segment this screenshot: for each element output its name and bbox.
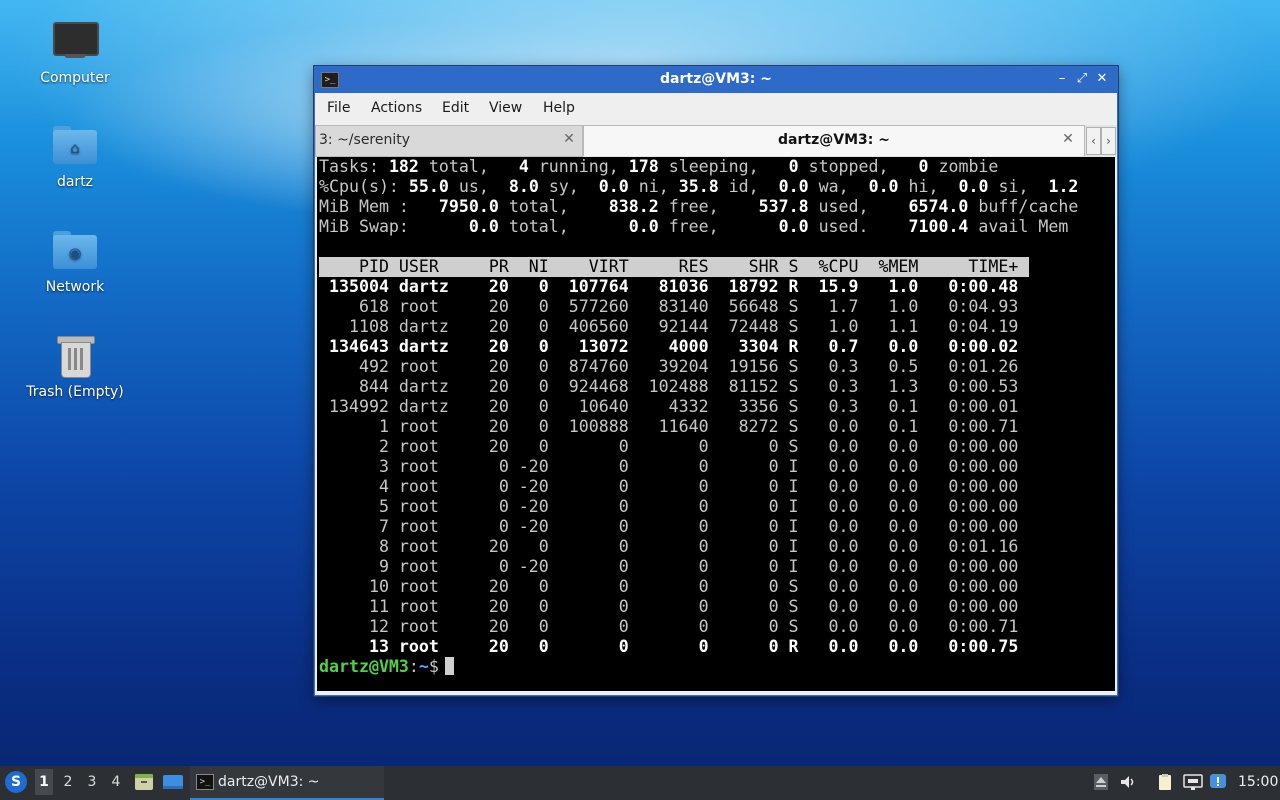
process-row: 134643 dartz 20 0 13072 4000 3304 R 0.7 … xyxy=(319,337,1019,356)
trash-icon xyxy=(51,332,99,380)
process-row: 5 root 0 -20 0 0 0 I 0.0 0.0 0:00.00 xyxy=(319,497,1019,516)
menu-file[interactable]: File xyxy=(327,100,350,116)
clock: 15:00 xyxy=(1238,774,1279,790)
menu-help[interactable]: Help xyxy=(543,100,575,116)
terminal-app-icon: >_ xyxy=(196,774,214,790)
close-icon[interactable]: ✕ xyxy=(1093,70,1111,88)
workspace-1[interactable]: 1 xyxy=(35,769,53,795)
process-row: 4 root 0 -20 0 0 0 I 0.0 0.0 0:00.00 xyxy=(319,477,1019,496)
swap-summary: MiB Swap: 0.0 total, 0.0 free, 0.0 used.… xyxy=(319,217,1069,236)
tab-bar: 3: ~/serenity ✕ dartz@VM3: ~ ✕ ‹ › xyxy=(315,125,1117,157)
tasks-summary: Tasks: 182 total, 4 running, 178 sleepin… xyxy=(319,157,999,176)
show-desktop-icon[interactable] xyxy=(162,773,183,791)
shell-prompt[interactable]: dartz@VM3:~$ xyxy=(319,657,454,677)
tab-label: 3: ~/serenity xyxy=(319,132,411,148)
home-folder-icon: ⌂ xyxy=(51,122,99,170)
process-row: 11 root 20 0 0 0 0 S 0.0 0.0 0:00.00 xyxy=(319,597,1019,616)
window-titlebar[interactable]: >_ dartz@VM3: ~ – ⤢ ✕ xyxy=(315,67,1117,93)
desktop-icon-computer[interactable]: Computer xyxy=(25,18,125,86)
tab-serenity[interactable]: 3: ~/serenity ✕ xyxy=(315,125,583,157)
taskbar: S 1 2 3 4 >_ dartz@VM3: ~ 15:00 xyxy=(0,766,1280,800)
computer-icon xyxy=(51,18,99,66)
process-row: 8 root 20 0 0 0 0 I 0.0 0.0 0:01.16 xyxy=(319,537,1019,556)
process-row: 12 root 20 0 0 0 0 S 0.0 0.0 0:00.71 xyxy=(319,617,1019,636)
tab-home[interactable]: dartz@VM3: ~ ✕ xyxy=(583,125,1085,156)
process-row: 1 root 20 0 100888 11640 8272 S 0.0 0.1 … xyxy=(319,417,1019,436)
cpu-summary: %Cpu(s): 55.0 us, 8.0 sy, 0.0 ni, 35.8 i… xyxy=(319,177,1079,196)
process-row: 1108 dartz 20 0 406560 92144 72448 S 1.0… xyxy=(319,317,1019,336)
taskbar-terminal-button[interactable]: >_ dartz@VM3: ~ xyxy=(190,766,384,800)
network-folder-icon: ◉ xyxy=(51,227,99,275)
text-cursor xyxy=(444,657,454,675)
clipboard-icon[interactable] xyxy=(1156,773,1174,791)
terminal-output[interactable]: Tasks: 182 total, 4 running, 178 sleepin… xyxy=(317,157,1115,691)
process-row: 10 root 20 0 0 0 0 S 0.0 0.0 0:00.00 xyxy=(319,577,1019,596)
network-status-icon[interactable] xyxy=(1183,773,1203,791)
desktop-icon-network[interactable]: ◉ Network xyxy=(25,227,125,295)
desktop-icon-label: Network xyxy=(45,279,105,295)
window-title: dartz@VM3: ~ xyxy=(660,71,772,87)
notification-icon[interactable] xyxy=(1209,773,1227,791)
tab-close-icon[interactable]: ✕ xyxy=(561,131,577,147)
process-row: 844 dartz 20 0 924468 102488 81152 S 0.3… xyxy=(319,377,1019,396)
desktop-icon-trash[interactable]: Trash (Empty) xyxy=(25,332,125,400)
tab-close-icon[interactable]: ✕ xyxy=(1060,131,1076,147)
process-row: 7 root 0 -20 0 0 0 I 0.0 0.0 0:00.00 xyxy=(319,517,1019,536)
desktop-icon-home[interactable]: ⌂ dartz xyxy=(25,122,125,190)
menu-edit[interactable]: Edit xyxy=(442,100,469,116)
terminal-window: >_ dartz@VM3: ~ – ⤢ ✕ File Actions Edit … xyxy=(314,66,1118,696)
menu-view[interactable]: View xyxy=(489,100,522,116)
tab-scroll-left-icon[interactable]: ‹ xyxy=(1086,127,1101,155)
mem-summary: MiB Mem : 7950.0 total, 838.2 free, 537.… xyxy=(319,197,1079,216)
process-row: 618 root 20 0 577260 83140 56648 S 1.7 1… xyxy=(319,297,1019,316)
start-menu-icon[interactable]: S xyxy=(5,771,27,793)
process-row: 135004 dartz 20 0 107764 81036 18792 R 1… xyxy=(319,277,1019,296)
workspace-4[interactable]: 4 xyxy=(107,774,125,790)
minimize-icon[interactable]: – xyxy=(1053,70,1071,88)
tab-label: dartz@VM3: ~ xyxy=(778,132,890,148)
process-row: 13 root 20 0 0 0 0 R 0.0 0.0 0:00.75 xyxy=(319,637,1019,656)
task-label: dartz@VM3: ~ xyxy=(218,774,320,790)
desktop-icon-label: Trash (Empty) xyxy=(26,384,124,400)
menu-actions[interactable]: Actions xyxy=(371,100,422,116)
process-table-header: PID USER PR NI VIRT RES SHR S %CPU %MEM … xyxy=(319,257,1029,277)
tab-scroll-right-icon[interactable]: › xyxy=(1101,127,1116,155)
process-row: 9 root 0 -20 0 0 0 I 0.0 0.0 0:00.00 xyxy=(319,557,1019,576)
process-row: 2 root 20 0 0 0 0 S 0.0 0.0 0:00.00 xyxy=(319,437,1019,456)
maximize-icon[interactable]: ⤢ xyxy=(1073,70,1091,88)
volume-icon[interactable] xyxy=(1119,773,1137,791)
process-row: 134992 dartz 20 0 10640 4332 3356 S 0.3 … xyxy=(319,397,1019,416)
file-manager-icon[interactable] xyxy=(134,773,154,791)
process-row: 3 root 0 -20 0 0 0 I 0.0 0.0 0:00.00 xyxy=(319,457,1019,476)
desktop-icon-label: Computer xyxy=(40,70,110,86)
workspace-3[interactable]: 3 xyxy=(83,774,101,790)
process-row: 492 root 20 0 874760 39204 19156 S 0.3 0… xyxy=(319,357,1019,376)
tray-up-arrow-icon[interactable] xyxy=(1092,773,1110,791)
menu-bar: File Actions Edit View Help xyxy=(315,93,1117,123)
desktop-icon-label: dartz xyxy=(56,174,94,190)
workspace-2[interactable]: 2 xyxy=(59,774,77,790)
